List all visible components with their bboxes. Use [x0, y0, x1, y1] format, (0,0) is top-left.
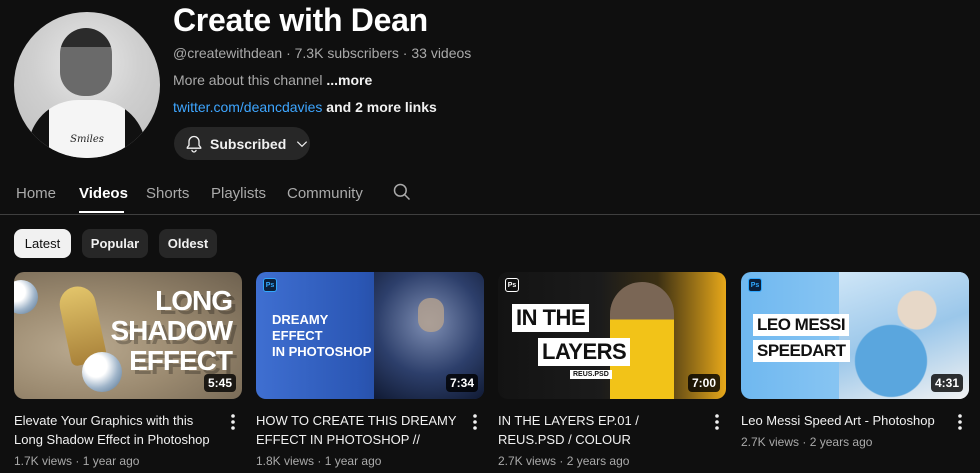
channel-links[interactable]: twitter.com/deancdavies and 2 more links [173, 99, 437, 115]
video-duration: 4:31 [930, 374, 963, 392]
meta-separator: · [802, 435, 807, 449]
meta-separator: · [402, 45, 408, 61]
tab-home[interactable]: Home [16, 185, 56, 202]
thumbnail-text: EFFECT [272, 328, 323, 343]
thumbnail-text: IN PHOTOSHOP [272, 344, 372, 359]
more-vert-icon[interactable] [468, 413, 482, 431]
subscriber-count: 7.3K subscribers [294, 45, 399, 61]
video-thumbnail[interactable]: Ps LEO MESSI SPEEDART 4:31 [741, 272, 969, 399]
meta-separator: · [559, 454, 564, 468]
channel-meta: @createwithdean · 7.3K subscribers · 33 … [173, 45, 471, 61]
photoshop-badge-icon: Ps [263, 278, 277, 292]
meta-separator: · [286, 45, 291, 61]
video-thumbnail[interactable]: Ps DREAMY EFFECT IN PHOTOSHOP 7:34 [256, 272, 484, 399]
tab-playlists[interactable]: Playlists [211, 185, 266, 202]
avatar-shirt-logo: Smiles [70, 134, 104, 145]
video-meta: 1.7K views · 1 year ago [14, 454, 139, 468]
photoshop-badge-icon: Ps [505, 278, 519, 292]
video-title[interactable]: IN THE LAYERS EP.01 / REUS.PSD / COLOUR … [498, 411, 706, 449]
active-tab-indicator [79, 211, 124, 213]
bell-icon [186, 135, 202, 153]
video-title[interactable]: HOW TO CREATE THIS DREAMY EFFECT IN PHOT… [256, 411, 464, 449]
thumbnail-text: EFFECT [129, 345, 233, 376]
twitter-link[interactable]: twitter.com/deancdavies [173, 99, 322, 115]
thumbnail-text: SPEEDART [753, 340, 850, 362]
avatar-head [60, 28, 112, 96]
thumbnail-text: LEO MESSI [753, 314, 850, 336]
view-count: 2.7K views [741, 435, 800, 449]
about-text: More about this channel [173, 72, 323, 88]
chevron-down-icon [297, 140, 308, 147]
video-title[interactable]: Leo Messi Speed Art - Photoshop [741, 411, 949, 430]
video-thumbnail[interactable]: Ps IN THE LAYERS REUS.PSD 7:00 [498, 272, 726, 399]
channel-name: Create with Dean [173, 2, 428, 38]
thumbnail-text: DREAMY [272, 312, 329, 327]
video-card[interactable]: Ps LEO MESSI SPEEDART 4:31 Leo Messi Spe… [741, 272, 969, 449]
subscribed-label: Subscribed [210, 135, 287, 152]
video-meta: 2.7K views · 2 years ago [741, 435, 872, 449]
video-thumbnail[interactable]: LONG SHADOW EFFECT 5:45 [14, 272, 242, 399]
video-card[interactable]: Ps IN THE LAYERS REUS.PSD 7:00 IN THE LA… [498, 272, 726, 468]
meta-separator: · [317, 454, 322, 468]
avatar-shirt [28, 100, 146, 158]
video-meta: 1.8K views · 1 year ago [256, 454, 381, 468]
search-icon[interactable] [392, 182, 412, 202]
upload-age: 2 years ago [566, 454, 630, 468]
tab-shorts[interactable]: Shorts [146, 185, 189, 202]
upload-age: 1 year ago [82, 454, 140, 468]
upload-age: 2 years ago [809, 435, 873, 449]
upload-age: 1 year ago [324, 454, 382, 468]
chip-oldest[interactable]: Oldest [159, 229, 217, 258]
thumbnail-ball [14, 280, 38, 314]
video-count: 33 videos [411, 45, 472, 61]
video-duration: 7:34 [445, 374, 478, 392]
thumbnail-text: SHADOW [110, 315, 233, 346]
channel-about[interactable]: More about this channel ...more [173, 72, 372, 88]
thumbnail-face [418, 298, 444, 332]
meta-separator: · [75, 454, 80, 468]
video-card[interactable]: Ps DREAMY EFFECT IN PHOTOSHOP 7:34 HOW T… [256, 272, 484, 468]
view-count: 1.8K views [256, 454, 315, 468]
video-duration: 7:00 [687, 374, 720, 392]
video-title[interactable]: Elevate Your Graphics with this Long Sha… [14, 411, 222, 449]
about-more-link[interactable]: ...more [326, 72, 372, 88]
chip-popular[interactable]: Popular [82, 229, 148, 258]
thumbnail-text: LAYERS [538, 338, 631, 366]
video-card[interactable]: LONG SHADOW EFFECT 5:45 Elevate Your Gra… [14, 272, 242, 468]
tab-videos[interactable]: Videos [79, 185, 128, 202]
view-count: 1.7K views [14, 454, 73, 468]
thumbnail-headline: LONG SHADOW EFFECT [110, 285, 233, 376]
chip-latest[interactable]: Latest [14, 229, 71, 258]
channel-tabs: Home Videos Shorts Playlists Community [0, 178, 980, 215]
thumbnail-text: LONG [155, 285, 233, 316]
video-duration: 5:45 [203, 374, 236, 392]
more-vert-icon[interactable] [226, 413, 240, 431]
channel-avatar: Smiles [14, 12, 160, 158]
thumbnail-text: REUS.PSD [570, 370, 612, 379]
thumbnail-text: IN THE [512, 304, 590, 332]
video-meta: 2.7K views · 2 years ago [498, 454, 629, 468]
subscribed-button[interactable]: Subscribed [174, 127, 310, 160]
more-vert-icon[interactable] [710, 413, 724, 431]
channel-handle: @createwithdean [173, 45, 283, 61]
view-count: 2.7K views [498, 454, 557, 468]
more-vert-icon[interactable] [953, 413, 967, 431]
more-links[interactable]: and 2 more links [326, 99, 436, 115]
tab-community[interactable]: Community [287, 185, 363, 202]
thumbnail-headline: DREAMY EFFECT IN PHOTOSHOP [272, 312, 371, 360]
photoshop-badge-icon: Ps [748, 278, 762, 292]
